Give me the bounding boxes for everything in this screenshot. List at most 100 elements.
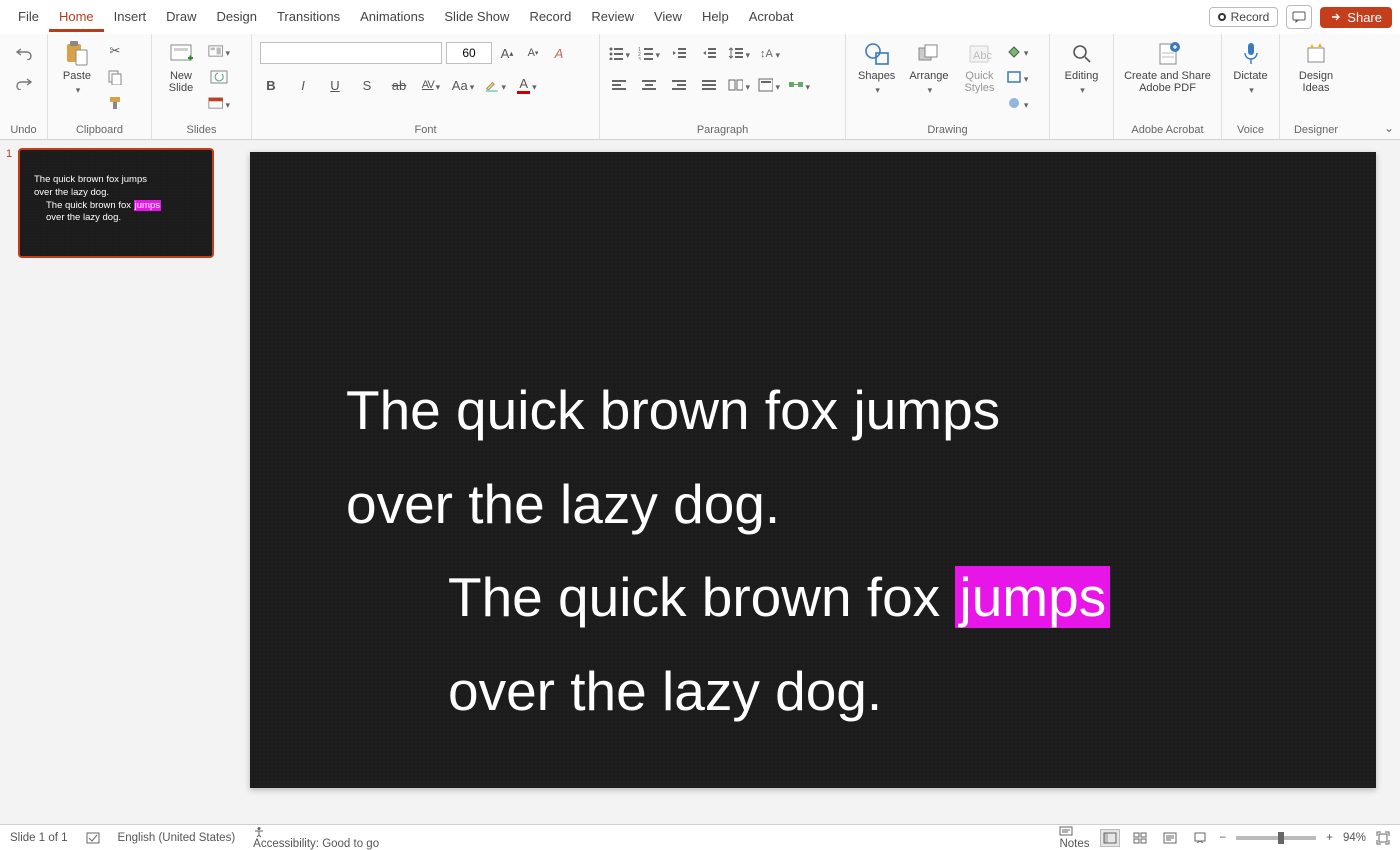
layout-icon bbox=[208, 44, 223, 58]
zoom-in-button[interactable]: + bbox=[1326, 832, 1333, 844]
fit-to-window-button[interactable] bbox=[1376, 831, 1390, 845]
format-painter-button[interactable] bbox=[104, 92, 126, 114]
dictate-label: Dictate bbox=[1233, 70, 1267, 82]
align-left-button[interactable] bbox=[608, 74, 630, 96]
status-accessibility[interactable]: Accessibility: Good to go bbox=[253, 826, 379, 850]
tab-animations[interactable]: Animations bbox=[350, 3, 434, 32]
align-center-button[interactable] bbox=[638, 74, 660, 96]
slide-thumbnail-1[interactable]: The quick brown fox jumps over the lazy … bbox=[18, 148, 214, 258]
new-slide-icon bbox=[167, 40, 195, 68]
undo-button[interactable] bbox=[13, 42, 35, 64]
dictate-button[interactable]: Dictate bbox=[1230, 38, 1272, 98]
record-button[interactable]: Record bbox=[1209, 7, 1279, 27]
thumb-line3b: jumps bbox=[134, 200, 161, 211]
justify-button[interactable] bbox=[698, 74, 720, 96]
ribbon-collapse-button[interactable]: ⌄ bbox=[1384, 121, 1394, 135]
reading-view-button[interactable] bbox=[1160, 829, 1180, 847]
quick-styles-button[interactable]: Abc Quick Styles bbox=[958, 38, 1000, 96]
tab-draw[interactable]: Draw bbox=[156, 3, 206, 32]
arrange-button[interactable]: Arrange bbox=[905, 38, 952, 98]
normal-view-button[interactable] bbox=[1100, 829, 1120, 847]
tab-view[interactable]: View bbox=[644, 3, 692, 32]
create-share-pdf-button[interactable]: Create and Share Adobe PDF bbox=[1120, 38, 1216, 96]
shapes-button[interactable]: Shapes bbox=[854, 38, 899, 98]
italic-button[interactable]: I bbox=[292, 74, 314, 96]
new-slide-button[interactable]: New Slide bbox=[160, 38, 202, 96]
highlight-button[interactable] bbox=[484, 74, 506, 96]
slide-p1-l2: over the lazy dog. bbox=[346, 458, 1376, 552]
increase-font-button[interactable]: A▴ bbox=[496, 42, 518, 64]
slide-thumbnails-panel[interactable]: 1 The quick brown fox jumps over the laz… bbox=[0, 140, 236, 824]
decrease-indent-button[interactable] bbox=[668, 42, 690, 64]
share-icon bbox=[1330, 11, 1342, 23]
share-button[interactable]: Share bbox=[1320, 7, 1392, 28]
smartart-button[interactable] bbox=[788, 74, 810, 96]
thumb-line1: The quick brown fox jumps bbox=[34, 174, 202, 187]
zoom-level[interactable]: 94% bbox=[1343, 832, 1366, 844]
line-spacing-button[interactable] bbox=[728, 42, 750, 64]
shape-effects-button[interactable] bbox=[1006, 92, 1028, 114]
redo-button[interactable] bbox=[13, 72, 35, 94]
group-voice-label: Voice bbox=[1230, 121, 1271, 139]
paste-label: Paste bbox=[63, 70, 91, 82]
bullets-icon bbox=[608, 46, 623, 60]
notes-button[interactable]: Notes bbox=[1059, 826, 1089, 850]
section-button[interactable] bbox=[208, 92, 230, 114]
underline-button[interactable]: U bbox=[324, 74, 346, 96]
shape-fill-button[interactable] bbox=[1006, 40, 1028, 62]
tab-home[interactable]: Home bbox=[49, 3, 104, 32]
columns-button[interactable] bbox=[728, 74, 750, 96]
font-color-button[interactable]: A bbox=[516, 74, 538, 96]
increase-indent-button[interactable] bbox=[698, 42, 720, 64]
zoom-out-button[interactable]: − bbox=[1220, 832, 1227, 844]
shape-outline-button[interactable] bbox=[1006, 66, 1028, 88]
status-spellcheck-icon[interactable] bbox=[86, 831, 100, 845]
arrange-label: Arrange bbox=[909, 70, 948, 82]
reset-button[interactable] bbox=[208, 66, 230, 88]
slideshow-view-button[interactable] bbox=[1190, 829, 1210, 847]
layout-button[interactable] bbox=[208, 40, 230, 62]
tab-help[interactable]: Help bbox=[692, 3, 739, 32]
line-spacing-icon bbox=[728, 46, 743, 60]
font-size-input[interactable] bbox=[446, 42, 492, 64]
tab-slideshow[interactable]: Slide Show bbox=[434, 3, 519, 32]
tab-record[interactable]: Record bbox=[519, 3, 581, 32]
normal-view-icon bbox=[1103, 832, 1117, 844]
zoom-slider[interactable] bbox=[1236, 836, 1316, 840]
redo-icon bbox=[15, 76, 33, 90]
clear-formatting-button[interactable]: A bbox=[548, 42, 570, 64]
find-icon bbox=[1068, 40, 1096, 68]
tab-acrobat[interactable]: Acrobat bbox=[739, 3, 804, 32]
cut-button[interactable]: ✂ bbox=[104, 40, 126, 62]
tab-review[interactable]: Review bbox=[581, 3, 644, 32]
decrease-font-button[interactable]: A▾ bbox=[522, 42, 544, 64]
align-right-button[interactable] bbox=[668, 74, 690, 96]
sorter-view-button[interactable] bbox=[1130, 829, 1150, 847]
copy-button[interactable] bbox=[104, 66, 126, 88]
text-direction-button[interactable]: ↕A bbox=[758, 42, 780, 64]
tab-insert[interactable]: Insert bbox=[104, 3, 157, 32]
align-text-button[interactable] bbox=[758, 74, 780, 96]
change-case-button[interactable]: Aa bbox=[452, 74, 474, 96]
paste-dropdown-icon bbox=[74, 84, 81, 96]
tab-transitions[interactable]: Transitions bbox=[267, 3, 350, 32]
strikethrough-button[interactable]: ab bbox=[388, 74, 410, 96]
tab-design[interactable]: Design bbox=[207, 3, 267, 32]
char-spacing-button[interactable]: AV bbox=[420, 74, 442, 96]
paste-button[interactable]: Paste bbox=[56, 38, 98, 98]
bullets-button[interactable] bbox=[608, 42, 630, 64]
slide-canvas[interactable]: The quick brown fox jumps over the lazy … bbox=[250, 152, 1376, 788]
fit-icon bbox=[1376, 831, 1390, 845]
editing-button[interactable]: Editing bbox=[1061, 38, 1103, 98]
comments-button[interactable] bbox=[1286, 5, 1312, 29]
font-name-input[interactable] bbox=[260, 42, 442, 64]
slide-canvas-area[interactable]: The quick brown fox jumps over the lazy … bbox=[236, 140, 1400, 824]
tab-file[interactable]: File bbox=[8, 3, 49, 32]
bold-button[interactable]: B bbox=[260, 74, 282, 96]
numbering-button[interactable]: 123 bbox=[638, 42, 660, 64]
comment-icon bbox=[1292, 11, 1306, 23]
status-language[interactable]: English (United States) bbox=[118, 832, 236, 844]
design-ideas-button[interactable]: Design Ideas bbox=[1295, 38, 1337, 96]
shadow-button[interactable]: S bbox=[356, 74, 378, 96]
cut-icon: ✂ bbox=[110, 43, 121, 59]
